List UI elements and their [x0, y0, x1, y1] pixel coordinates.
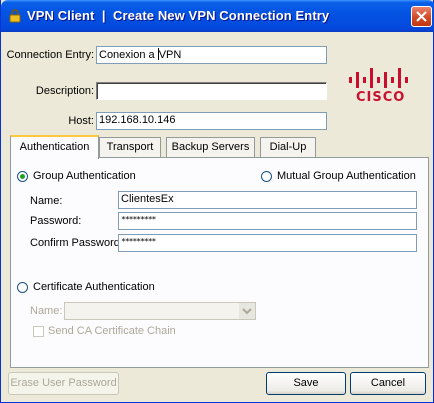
host-input[interactable]: 192.168.10.146 [96, 112, 327, 130]
window-title: VPN Client | Create New VPN Connection E… [27, 8, 330, 23]
erase-user-password-button[interactable]: Erase User Password [8, 372, 119, 395]
mutual-group-auth-radio[interactable] [261, 171, 272, 182]
chevron-down-icon[interactable] [239, 303, 255, 319]
name-input[interactable]: ClientesEx [118, 191, 417, 209]
name-label: Name: [30, 195, 63, 207]
group-auth-label: Group Authentication [33, 170, 136, 182]
password-label: Password: [30, 215, 82, 227]
tab-dial-up[interactable]: Dial-Up [260, 137, 316, 157]
close-button[interactable] [411, 6, 432, 27]
confirm-password-input[interactable]: ********* [118, 234, 417, 252]
certificate-name-dropdown[interactable] [64, 302, 256, 320]
send-ca-chain-checkbox[interactable] [33, 326, 44, 337]
host-label: Host: [68, 115, 94, 127]
connection-entry-label: Connection Entry: [6, 49, 94, 61]
password-input[interactable]: ********* [118, 212, 417, 230]
connection-entry-input[interactable]: Conexion a VPN [96, 46, 327, 64]
tab-authentication[interactable]: Authentication [10, 135, 99, 159]
cisco-logo-text: CISCO [356, 90, 406, 105]
title-bar[interactable]: VPN Client | Create New VPN Connection E… [1, 0, 434, 32]
tab-backup-servers[interactable]: Backup Servers [166, 137, 255, 157]
mutual-group-auth-label: Mutual Group Authentication [277, 170, 416, 182]
cert-name-label: Name: [30, 305, 63, 317]
save-button[interactable]: Save [266, 372, 346, 395]
lock-icon [9, 9, 21, 23]
certificate-auth-label: Certificate Authentication [33, 281, 155, 293]
tab-transport[interactable]: Transport [99, 137, 161, 157]
connection-entry-value-start: Conexion a [99, 49, 158, 61]
description-label: Description: [35, 85, 94, 97]
connection-entry-value-end: VPN [158, 49, 182, 61]
send-ca-chain-label: Send CA Certificate Chain [48, 325, 176, 337]
confirm-password-label: Confirm Password: [30, 237, 123, 249]
description-input[interactable] [96, 82, 327, 100]
group-auth-radio[interactable] [17, 171, 28, 182]
close-icon [416, 11, 427, 22]
certificate-auth-radio[interactable] [17, 282, 28, 293]
cancel-button[interactable]: Cancel [350, 372, 426, 395]
dialog-window: VPN Client | Create New VPN Connection E… [0, 0, 434, 403]
